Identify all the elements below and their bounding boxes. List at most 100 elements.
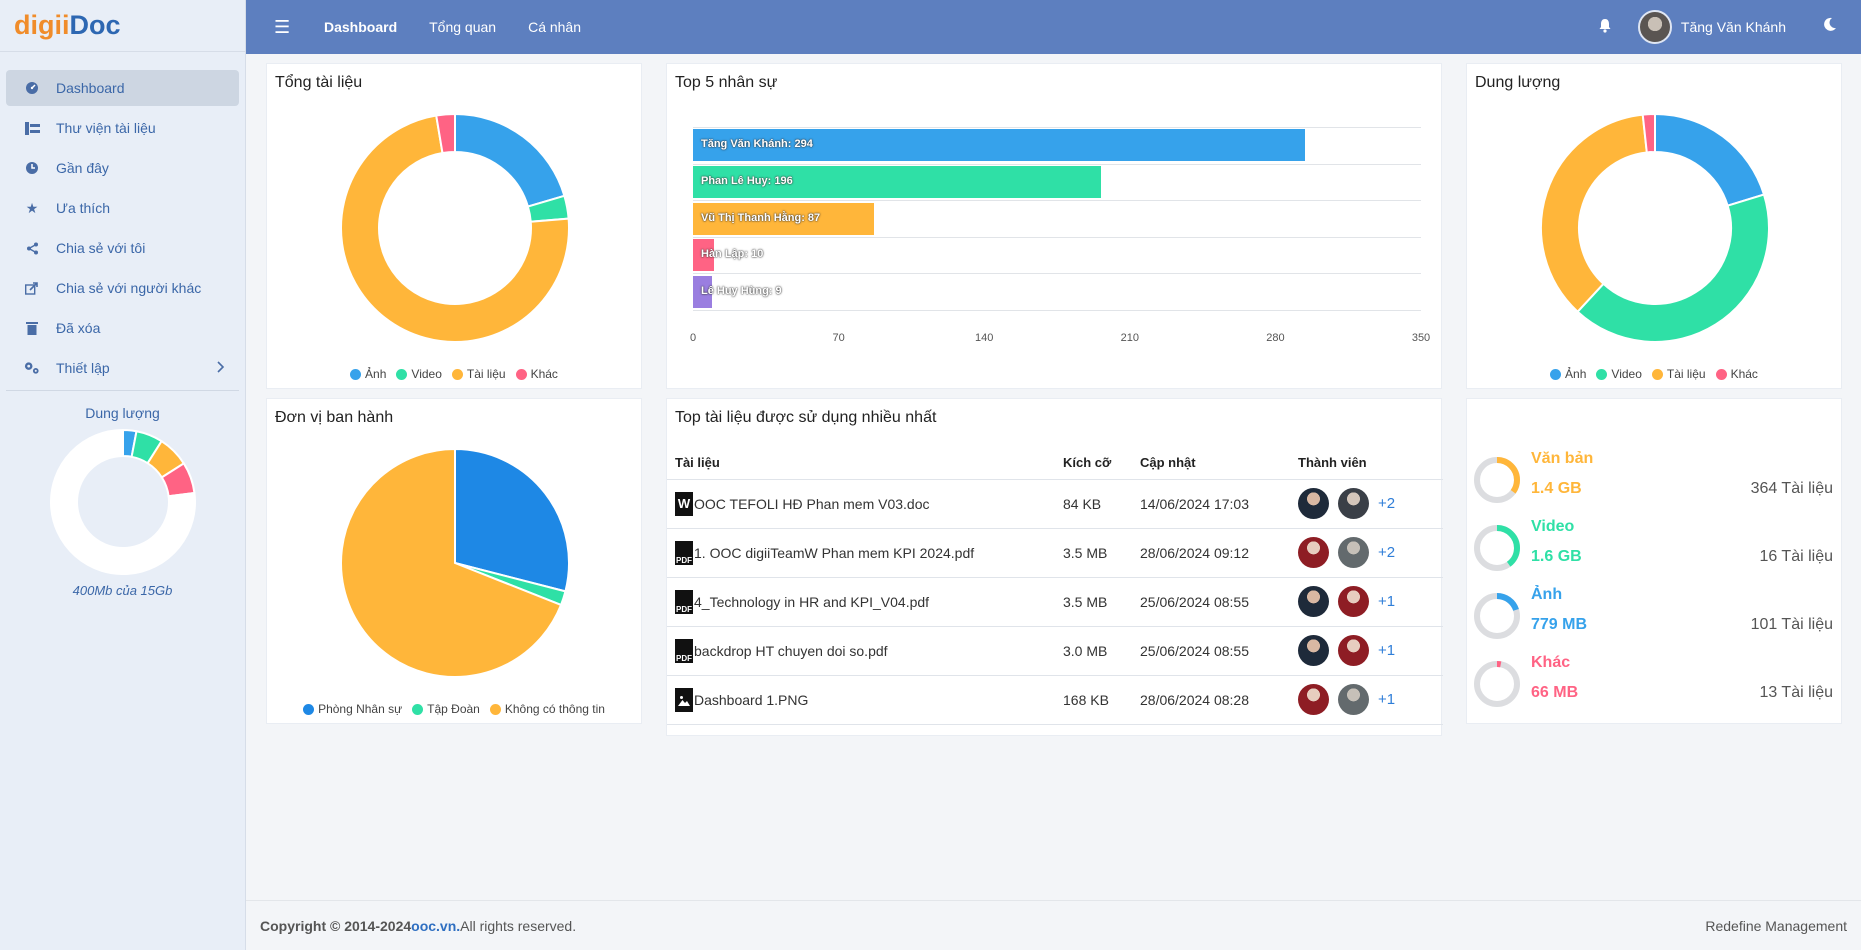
member-avatar[interactable] (1298, 684, 1329, 715)
file-name-link[interactable]: Dashboard 1.PNG (694, 692, 808, 708)
storage-type-count: 16 Tài liệu (1759, 548, 1833, 565)
sidebar-item-label: Dashboard (56, 80, 125, 96)
bar-chart-bar[interactable]: Vũ Thị Thanh Hằng: 87 (693, 202, 874, 235)
chart-slice-document[interactable] (1540, 113, 1648, 314)
legend-item-other[interactable]: Khác (515, 367, 558, 381)
file-name-link[interactable]: backdrop HT chuyen doi so.pdf (694, 643, 888, 659)
bar-data-label: Hàn Lập: 10 (701, 248, 764, 261)
storage-type-name: Ảnh (1531, 586, 1563, 603)
sidebar-item-library[interactable]: Thư viện tài liệu (6, 110, 239, 146)
legend-item-document[interactable]: Tài liệu (1651, 367, 1706, 381)
more-members-count[interactable]: +1 (1378, 642, 1395, 659)
legend-item-video[interactable]: Video (1596, 367, 1642, 381)
sidebar-item-settings[interactable]: Thiết lập (6, 350, 239, 386)
sidebar-item-favorite[interactable]: ★ Ưa thích (6, 190, 239, 226)
chart-slice-video[interactable] (1576, 193, 1770, 343)
bar-chart-bar[interactable]: Phan Lê Huy: 196 (693, 165, 1101, 198)
bar-chart-gridline (693, 200, 1421, 202)
member-avatar[interactable] (1338, 537, 1369, 568)
storage-row-documents[interactable]: Văn bản 1.4 GB 364 Tài liệu (1473, 450, 1833, 510)
bar-data-label: Tăng Văn Khánh: 294 (701, 138, 813, 151)
table-row[interactable]: Dashboard 1.PNG 168 KB 28/06/2024 08:28 … (667, 675, 1443, 725)
card-top5-staff: Top 5 nhân sự Tăng Văn Khánh: 294 Phan Lê… (666, 63, 1442, 389)
sidebar-item-recent[interactable]: Gần đây (6, 150, 239, 186)
file-name-link[interactable]: OOC TEFOLI HĐ Phan mem V03.doc (694, 496, 930, 512)
member-avatar[interactable] (1298, 488, 1329, 519)
member-avatar[interactable] (1338, 635, 1369, 666)
sidebar-item-label: Ưa thích (56, 200, 110, 216)
table-row[interactable]: W OOC TEFOLI HĐ Phan mem V03.doc 84 KB 14… (667, 479, 1443, 529)
pdf-file-icon: PDF (675, 540, 693, 565)
menu-toggle-icon[interactable]: ☰ (274, 17, 294, 38)
bar-chart-bar[interactable]: Hàn Lập: 10 (693, 239, 763, 272)
column-header-updated[interactable]: Cập nhật (1132, 447, 1290, 480)
storage-row-other[interactable]: Khác 66 MB 13 Tài liệu (1473, 654, 1833, 714)
bar-chart-gridline (693, 163, 1421, 165)
file-name-link[interactable]: 1. OOC digiiTeamW Phan mem KPI 2024.pdf (694, 545, 974, 561)
member-avatar[interactable] (1338, 586, 1369, 617)
bar-chart-bar[interactable]: Lê Huy Hùng: 9 (693, 275, 782, 308)
legend-item-other[interactable]: Khác (1715, 367, 1758, 381)
footer-link[interactable]: ooc.vn. (411, 918, 460, 934)
storage-type-count: 101 Tài liệu (1750, 616, 1833, 633)
member-avatar[interactable] (1338, 488, 1369, 519)
sidebar-item-dashboard[interactable]: Dashboard (6, 70, 239, 106)
tab-dashboard[interactable]: Dashboard (324, 19, 397, 35)
file-size: 168 KB (1055, 675, 1132, 725)
tab-overview[interactable]: Tổng quan (429, 19, 496, 35)
chart-slice-image[interactable] (1654, 112, 1766, 207)
bell-icon[interactable] (1598, 18, 1612, 37)
legend-label: Video (1611, 367, 1642, 381)
sidebar-item-shared-with-me[interactable]: Chia sẻ với tôi (6, 230, 239, 266)
legend-item-group[interactable]: Tập Đoàn (412, 702, 480, 716)
chevron-right-icon (217, 360, 225, 376)
chart-slice-image[interactable] (454, 112, 566, 208)
legend-item-image[interactable]: Ảnh (350, 367, 386, 381)
column-header-document[interactable]: Tài liệu (667, 447, 1055, 480)
column-header-members[interactable]: Thành viên (1290, 447, 1443, 480)
card-storage-summary: Văn bản 1.4 GB 364 Tài liệu Video 1.6 GB… (1466, 398, 1842, 724)
sidebar-storage-donut (0, 429, 245, 575)
legend-item-image[interactable]: Ảnh (1550, 367, 1586, 381)
legend-item-document[interactable]: Tài liệu (451, 367, 506, 381)
bar-chart-bar[interactable]: Tăng Văn Khánh: 294 (693, 129, 1305, 162)
more-members-count[interactable]: +2 (1378, 544, 1395, 561)
user-avatar[interactable] (1637, 10, 1672, 44)
legend-item-video[interactable]: Video (396, 367, 442, 381)
x-tick-label: 0 (689, 332, 697, 344)
sidebar-item-label: Chia sẻ với người khác (56, 280, 202, 296)
total-documents-donut-chart (340, 112, 570, 343)
table-row[interactable]: PDF 4_Technology in HR and KPI_V04.pdf 3.… (667, 577, 1443, 627)
user-name[interactable]: Tăng Văn Khánh (1681, 19, 1786, 35)
storage-type-count: 364 Tài liệu (1750, 480, 1833, 497)
more-members-count[interactable]: +1 (1378, 593, 1395, 610)
member-avatar[interactable] (1338, 684, 1369, 715)
storage-type-size: 1.6 GB (1531, 548, 1582, 565)
more-members-count[interactable]: +2 (1378, 495, 1395, 512)
dark-mode-icon[interactable] (1822, 17, 1837, 37)
legend-label: Tập Đoàn (427, 702, 480, 716)
bar-chart-gridline (693, 273, 1421, 275)
more-members-count[interactable]: +1 (1378, 691, 1395, 708)
table-row[interactable]: PDF 1. OOC digiiTeamW Phan mem KPI 2024.p… (667, 528, 1443, 578)
file-name-link[interactable]: 4_Technology in HR and KPI_V04.pdf (694, 594, 929, 610)
pdf-file-icon: PDF (675, 589, 693, 614)
bar-chart-gridline (693, 127, 1421, 128)
storage-row-image[interactable]: Ảnh 779 MB 101 Tài liệu (1473, 586, 1833, 646)
legend-label: Tài liệu (1666, 367, 1706, 381)
card-issuing-units: Đơn vị ban hành Phòng Nhân sự Tập Đoàn K… (266, 398, 642, 724)
column-header-size[interactable]: Kích cỡ (1055, 447, 1132, 480)
member-avatar[interactable] (1298, 537, 1329, 568)
member-avatar[interactable] (1298, 586, 1329, 617)
member-avatar[interactable] (1298, 635, 1329, 666)
sidebar-item-trash[interactable]: Đã xóa (6, 310, 239, 346)
legend-item-unknown[interactable]: Không có thông tin (489, 702, 605, 716)
x-tick-label: 280 (1266, 332, 1285, 344)
table-row[interactable]: PDF backdrop HT chuyen doi so.pdf 3.0 MB … (667, 626, 1443, 676)
issuing-units-pie-chart (340, 447, 570, 678)
tab-personal[interactable]: Cá nhân (528, 19, 581, 35)
storage-row-video[interactable]: Video 1.6 GB 16 Tài liệu (1473, 518, 1833, 578)
legend-item-hr[interactable]: Phòng Nhân sự (303, 702, 402, 716)
sidebar-item-shared-with-others[interactable]: Chia sẻ với người khác (6, 270, 239, 306)
app-logo[interactable]: digii Doc (0, 0, 245, 52)
